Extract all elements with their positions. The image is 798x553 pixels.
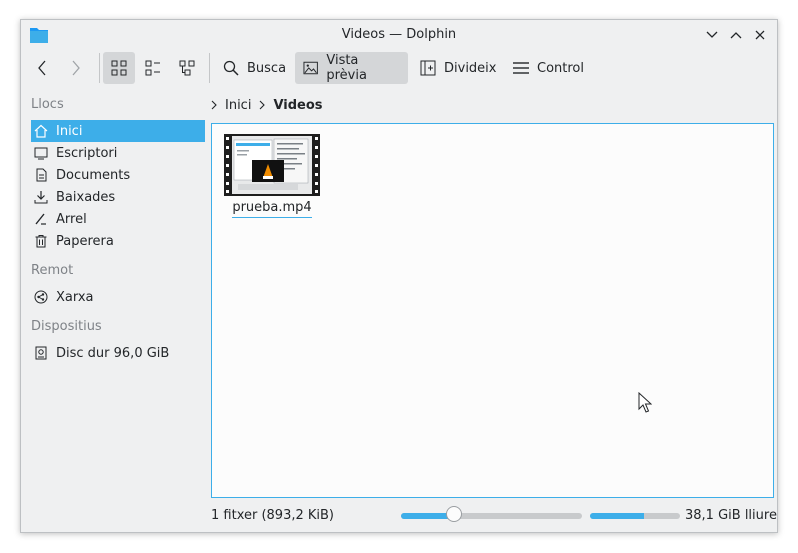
sidebar-item-label: Baixades [56,189,116,205]
search-label: Busca [247,60,287,76]
toolbar: Busca Vista prèvia Divideix Control [21,49,777,89]
sidebar-item-label: Inici [56,123,83,139]
sidebar-item-label: Xarxa [56,289,94,305]
file-name-underline [232,217,312,218]
sidebar-item-label: Escriptori [56,145,118,161]
arrow-left-icon [38,60,46,76]
hamburger-menu-icon [513,62,529,74]
icons-view-button[interactable] [103,52,135,84]
network-icon [34,290,48,304]
sidebar-item-network[interactable]: Xarxa [31,286,205,308]
close-icon [755,30,765,40]
image-icon [303,61,318,75]
close-button[interactable] [750,25,770,45]
split-button[interactable]: Divideix [412,52,504,84]
chevron-right-icon [211,100,217,110]
sidebar-item-downloads[interactable]: Baixades [31,186,205,208]
section-header-places: Llocs [31,97,64,112]
grid-view-icon [111,60,127,76]
chevron-down-icon [706,31,718,38]
file-view[interactable]: prueba.mp4 [211,123,774,498]
breadcrumb-label: Inici [225,97,252,113]
control-button[interactable]: Control [505,52,592,84]
list-view-icon [145,60,160,76]
sidebar-item-desktop[interactable]: Escriptori [31,142,205,164]
status-bar: 1 fitxer (893,2 KiB) 38,1 GiB lliure [21,502,777,528]
details-view-button[interactable] [171,52,203,84]
preview-label: Vista prèvia [326,53,367,83]
harddisk-icon [34,346,48,360]
root-icon [34,212,48,226]
status-text: 1 fitxer (893,2 KiB) [211,508,335,523]
search-button[interactable]: Busca [215,52,294,84]
back-button[interactable] [29,52,59,84]
desktop-icon [34,146,48,160]
video-thumbnail-icon [224,134,320,196]
compact-view-button[interactable] [137,52,169,84]
sidebar-item-root[interactable]: Arrel [31,208,205,230]
documents-icon [34,168,48,182]
control-label: Control [537,60,584,76]
trash-icon [34,234,48,248]
sidebar-item-home[interactable]: Inici [31,120,205,142]
preview-button[interactable]: Vista prèvia [295,52,408,84]
window-title: Videos — Dolphin [341,27,457,42]
sidebar-item-label: Paperera [56,233,114,249]
sidebar-item-label: Documents [56,167,131,183]
minimize-button[interactable] [702,25,722,45]
chevron-up-icon [730,32,742,39]
file-name: prueba.mp4 [232,200,312,215]
tree-view-icon [179,60,195,76]
breadcrumb-item-home[interactable]: Inici [211,98,251,113]
chevron-right-icon [260,100,266,110]
breadcrumb-item-videos[interactable]: Videos [259,97,323,113]
sidebar-item-label: Disc dur 96,0 GiB [56,345,170,361]
breadcrumb-label: Videos [273,97,323,113]
toolbar-separator [209,53,210,83]
zoom-slider[interactable] [401,506,582,522]
maximize-button[interactable] [726,25,746,45]
downloads-icon [34,190,48,204]
sidebar-item-documents[interactable]: Documents [31,164,205,186]
free-space-text: 38,1 GiB lliure [685,508,777,523]
free-space-bar [590,513,680,519]
used-space-fill [590,513,644,519]
breadcrumb: Inici Videos [211,95,331,115]
title-bar: Videos — Dolphin [21,20,777,49]
sidebar-item-trash[interactable]: Paperera [31,230,205,252]
section-header-remote: Remot [31,263,74,278]
home-icon [34,124,48,138]
split-view-icon [420,60,436,76]
forward-button[interactable] [63,52,93,84]
arrow-right-icon [72,60,80,76]
sidebar-item-label: Arrel [56,211,87,227]
search-icon [223,60,239,76]
mouse-cursor-icon [638,392,652,413]
zoom-handle[interactable] [445,506,462,522]
dolphin-window: Videos — Dolphin Busca Vista prèvia Divi… [20,19,778,533]
section-header-devices: Dispositius [31,319,102,334]
toolbar-separator [99,53,100,83]
sidebar-item-harddisk[interactable]: Disc dur 96,0 GiB [31,342,205,364]
split-label: Divideix [444,60,497,76]
